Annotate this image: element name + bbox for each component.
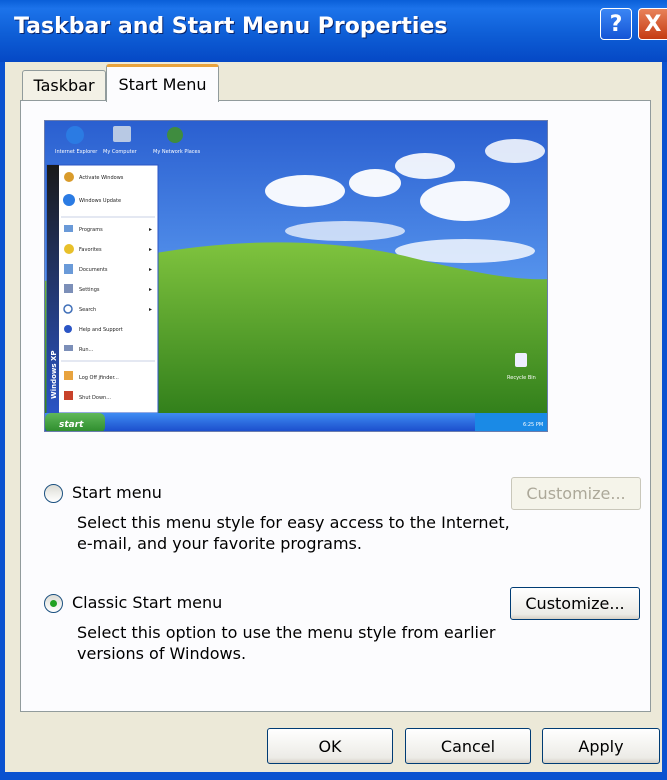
ok-button[interactable]: OK [267, 728, 393, 764]
start-menu-preview: Internet Explorer My Computer My Network… [44, 120, 548, 432]
menu-item-programs: Programs [79, 227, 103, 233]
recycle-bin-icon [515, 353, 527, 367]
desktop-icon-label-network: My Network Places [153, 149, 201, 155]
help-button[interactable]: ? [600, 8, 632, 40]
desktop-icon-label-my-computer: My Computer [103, 149, 138, 155]
tab-start-menu-label: Start Menu [118, 75, 207, 94]
svg-text:▸: ▸ [149, 286, 152, 293]
close-button[interactable]: X [638, 8, 667, 40]
internet-explorer-icon [66, 126, 84, 144]
menu-item-search: Search [79, 307, 96, 313]
desktop-icon-label-ie: Internet Explorer [55, 149, 98, 155]
classic-start-menu-description: Select this option to use the menu style… [77, 623, 496, 663]
preview-start-label: start [59, 420, 84, 430]
svg-text:▸: ▸ [149, 226, 152, 233]
preview-taskbar [45, 413, 547, 431]
window-frame-right [662, 62, 667, 780]
preview-clock: 6:25 PM [523, 422, 543, 428]
window-frame-bottom [0, 772, 667, 780]
cancel-button-label: Cancel [440, 736, 496, 756]
title-bar[interactable]: Taskbar and Start Menu Properties ? X [0, 0, 667, 62]
window-frame-left [0, 62, 5, 780]
start-menu-option-label[interactable]: Start menu [72, 483, 162, 502]
classic-start-menu-option-label[interactable]: Classic Start menu [72, 593, 222, 612]
menu-item-activate: Activate Windows [79, 175, 124, 181]
apply-button-label: Apply [578, 736, 624, 756]
radio-selected-dot [50, 600, 57, 607]
menu-item-documents: Documents [79, 267, 108, 273]
customize-start-menu-button[interactable]: Customize... [511, 477, 641, 510]
start-menu-description: Select this menu style for easy access t… [77, 513, 510, 553]
radio-classic-start-menu[interactable] [44, 594, 63, 613]
ok-button-label: OK [318, 736, 342, 756]
window-title: Taskbar and Start Menu Properties [14, 14, 448, 39]
tab-taskbar[interactable]: Taskbar [22, 70, 106, 100]
menu-item-logoff: Log Off jfinder... [79, 375, 119, 381]
help-icon: ? [609, 11, 623, 37]
svg-text:▸: ▸ [149, 266, 152, 273]
svg-text:▸: ▸ [149, 246, 152, 253]
customize-classic-menu-label: Customize... [525, 594, 625, 613]
menu-item-favorites: Favorites [79, 247, 102, 253]
radio-start-menu[interactable] [44, 484, 63, 503]
menu-item-settings: Settings [79, 287, 100, 293]
menu-item-run: Run... [79, 347, 94, 353]
tab-taskbar-label: Taskbar [33, 76, 95, 95]
start-menu-banner-text: Windows XP [50, 350, 58, 399]
menu-item-shutdown: Shut Down... [79, 395, 111, 401]
network-icon [167, 127, 183, 143]
recycle-bin-label: Recycle Bin [507, 375, 536, 381]
cancel-button[interactable]: Cancel [405, 728, 531, 764]
svg-text:▸: ▸ [149, 306, 152, 313]
menu-item-update: Windows Update [79, 198, 121, 204]
tab-start-menu[interactable]: Start Menu [106, 64, 219, 102]
my-computer-icon [113, 126, 131, 142]
customize-classic-menu-button[interactable]: Customize... [510, 587, 640, 620]
close-icon: X [644, 11, 662, 37]
customize-start-menu-label: Customize... [526, 484, 626, 503]
menu-item-help: Help and Support [79, 327, 123, 333]
preview-image: Internet Explorer My Computer My Network… [45, 121, 547, 431]
apply-button[interactable]: Apply [542, 728, 660, 764]
